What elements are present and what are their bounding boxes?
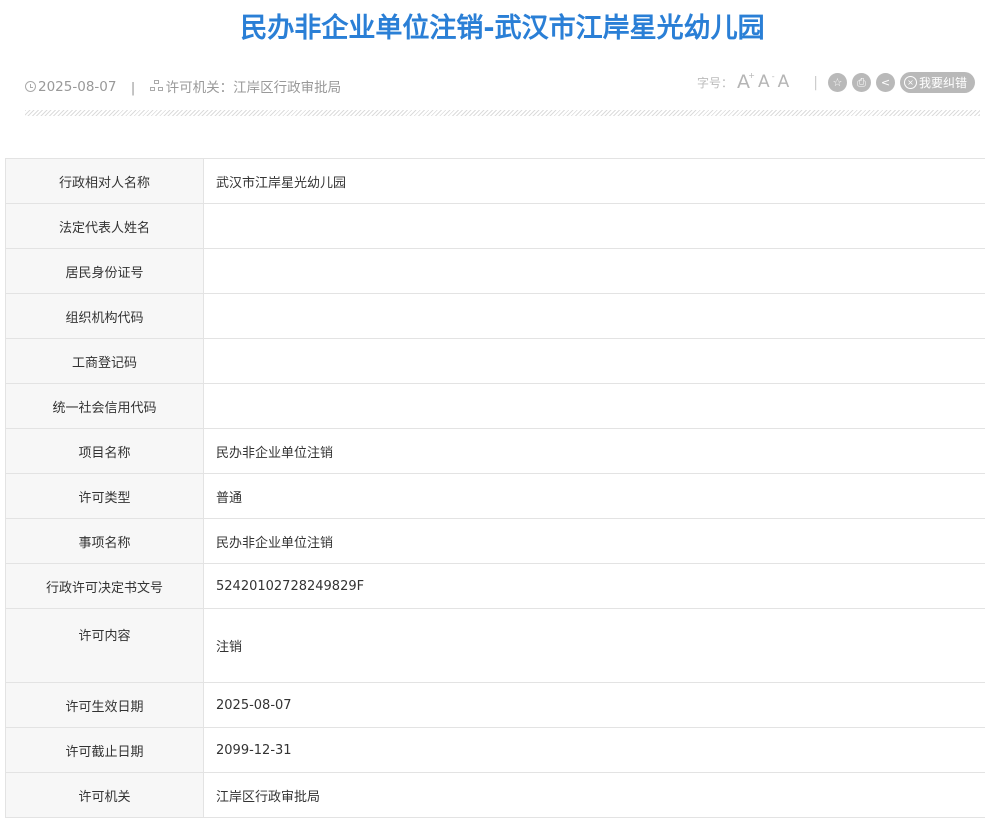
meta-info: 2025-08-07 | 许可机关： 江岸区行政审批局 bbox=[25, 76, 341, 96]
authority-value: 江岸区行政审批局 bbox=[233, 80, 342, 96]
row-value: 注销 bbox=[203, 608, 985, 683]
page-tools: 字号： A + A- A | ☆ ⎙ < × 我要纠错 bbox=[697, 72, 975, 93]
row-value: 52420102728249829F bbox=[203, 563, 985, 609]
close-circle-icon: × bbox=[903, 76, 917, 89]
authority-label: 许可机关： bbox=[165, 80, 234, 96]
row-value bbox=[203, 293, 985, 339]
table-row: 统一社会信用代码 bbox=[5, 383, 985, 429]
table-row: 工商登记码 bbox=[5, 338, 985, 384]
table-row: 组织机构代码 bbox=[5, 293, 985, 339]
table-row: 项目名称 民办非企业单位注销 bbox=[5, 428, 985, 474]
row-label: 行政相对人名称 bbox=[5, 158, 204, 204]
row-value: 民办非企业单位注销 bbox=[203, 428, 985, 474]
row-value bbox=[203, 203, 985, 249]
share-icon[interactable]: < bbox=[875, 73, 895, 92]
row-label: 居民身份证号 bbox=[5, 248, 204, 294]
font-size-small-button[interactable]: A bbox=[778, 74, 790, 91]
row-value: 民办非企业单位注销 bbox=[203, 518, 985, 564]
table-row: 许可生效日期 2025-08-07 bbox=[5, 682, 985, 728]
table-row: 居民身份证号 bbox=[5, 248, 985, 294]
table-row: 行政相对人名称 武汉市江岸星光幼儿园 bbox=[5, 158, 985, 204]
table-row: 事项名称 民办非企业单位注销 bbox=[5, 518, 985, 564]
font-medium-glyph: A bbox=[757, 72, 770, 92]
publish-date: 2025-08-07 bbox=[25, 79, 116, 95]
license-info-table: 行政相对人名称 武汉市江岸星光幼儿园 法定代表人姓名 居民身份证号 组织机构代码… bbox=[5, 158, 985, 818]
org-chart-icon bbox=[149, 80, 164, 92]
table-row: 许可类型 普通 bbox=[5, 473, 985, 519]
font-size-large-button[interactable]: A + bbox=[737, 72, 755, 92]
authority: 许可机关： 江岸区行政审批局 bbox=[149, 76, 342, 96]
row-value: 2099-12-31 bbox=[203, 727, 985, 773]
table-row: 许可机关 江岸区行政审批局 bbox=[5, 772, 985, 818]
font-size-label: 字号： bbox=[696, 76, 733, 90]
tools-separator: | bbox=[813, 74, 818, 91]
row-value bbox=[203, 338, 985, 384]
row-value: 2025-08-07 bbox=[203, 682, 985, 728]
row-value bbox=[203, 383, 985, 429]
row-label: 许可机关 bbox=[5, 772, 204, 818]
print-icon[interactable]: ⎙ bbox=[851, 73, 871, 92]
table-row: 法定代表人姓名 bbox=[5, 203, 985, 249]
minus-icon: - bbox=[771, 72, 775, 81]
row-value bbox=[203, 248, 985, 294]
report-error-button[interactable]: × 我要纠错 bbox=[899, 72, 975, 93]
publish-date-text: 2025-08-07 bbox=[38, 78, 117, 95]
row-label: 组织机构代码 bbox=[5, 293, 204, 339]
row-label: 许可生效日期 bbox=[5, 682, 204, 728]
clock-icon bbox=[25, 81, 36, 92]
row-label: 法定代表人姓名 bbox=[5, 203, 204, 249]
row-label: 事项名称 bbox=[5, 518, 204, 564]
table-row: 行政许可决定书文号 52420102728249829F bbox=[5, 563, 985, 609]
row-label: 许可内容 bbox=[5, 608, 204, 683]
row-label: 工商登记码 bbox=[5, 338, 204, 384]
article-meta: 2025-08-07 | 许可机关： 江岸区行政审批局 字号： A + A- A … bbox=[25, 72, 975, 96]
header-divider bbox=[25, 110, 980, 116]
row-value: 武汉市江岸星光幼儿园 bbox=[203, 158, 985, 204]
row-value: 江岸区行政审批局 bbox=[203, 772, 985, 818]
row-label: 项目名称 bbox=[5, 428, 204, 474]
report-error-label: 我要纠错 bbox=[918, 76, 967, 90]
row-value: 普通 bbox=[203, 473, 985, 519]
favorite-star-icon[interactable]: ☆ bbox=[827, 73, 847, 92]
table-row: 许可内容 注销 bbox=[5, 608, 985, 683]
meta-separator: | bbox=[130, 80, 136, 96]
row-label: 统一社会信用代码 bbox=[5, 383, 204, 429]
font-size-medium-button[interactable]: A- bbox=[757, 72, 775, 92]
plus-icon: + bbox=[748, 71, 755, 80]
row-label: 许可截止日期 bbox=[5, 727, 204, 773]
table-row: 许可截止日期 2099-12-31 bbox=[5, 727, 985, 773]
row-label: 许可类型 bbox=[5, 473, 204, 519]
page-title: 民办非企业单位注销-武汉市江岸星光幼儿园 bbox=[240, 13, 765, 44]
row-label: 行政许可决定书文号 bbox=[5, 563, 204, 609]
